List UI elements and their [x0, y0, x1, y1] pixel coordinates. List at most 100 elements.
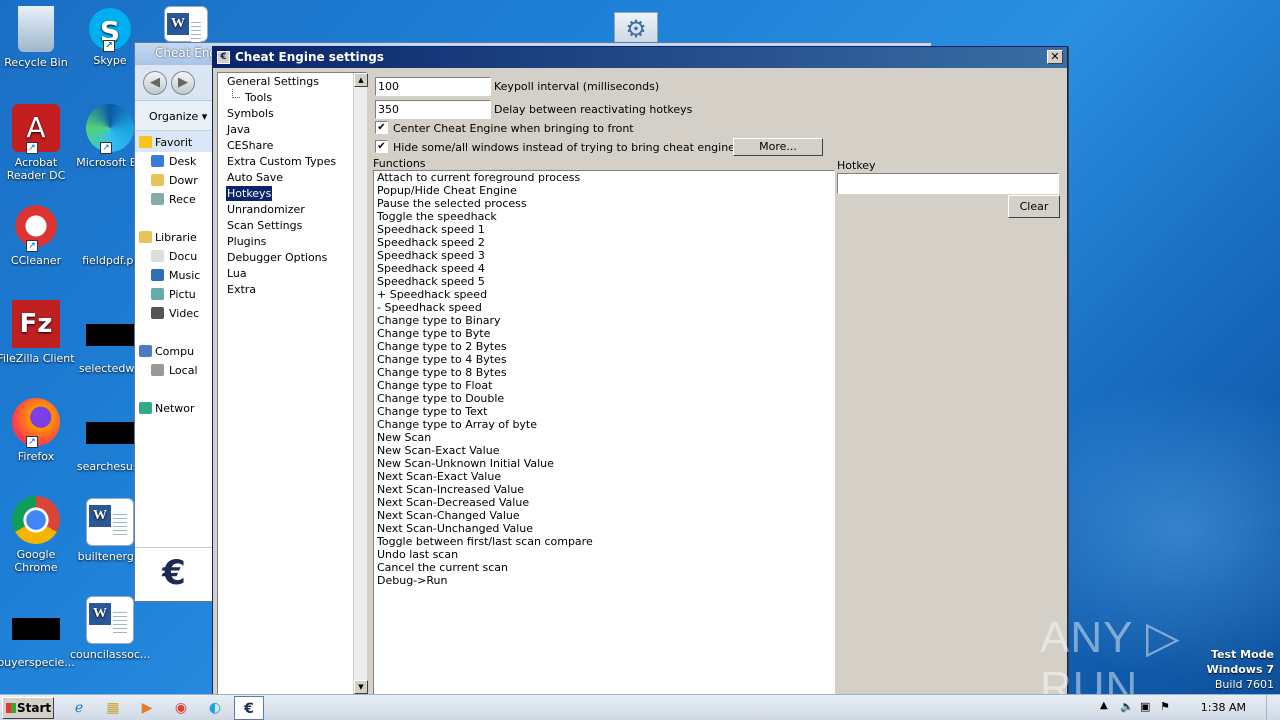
function-list-item[interactable]: Speedhack speed 5 — [374, 275, 834, 288]
category-unrandomizer[interactable]: Unrandomizer — [226, 202, 306, 217]
tray-expand-icon[interactable]: ▲ — [1100, 700, 1108, 711]
taskbar-cheat-engine-icon[interactable]: € — [234, 696, 264, 720]
hotkey-input[interactable] — [837, 173, 1059, 194]
function-list-item[interactable]: Speedhack speed 4 — [374, 262, 834, 275]
category-debugger-options[interactable]: Debugger Options — [226, 250, 328, 265]
forward-arrow-icon[interactable]: ▶ — [171, 71, 195, 95]
function-list-item[interactable]: Next Scan-Decreased Value — [374, 496, 834, 509]
function-list-item[interactable]: Debug->Run — [374, 574, 834, 587]
taskbar-media-player-icon[interactable]: ▶ — [132, 696, 162, 720]
tree-item-local-disk[interactable]: Local — [135, 361, 213, 380]
function-list-item[interactable]: Toggle between first/last scan compare — [374, 535, 834, 548]
functions-list[interactable]: Attach to current foreground process Popu… — [373, 170, 835, 695]
function-list-item[interactable]: - Speedhack speed — [374, 301, 834, 314]
function-list-item[interactable]: New Scan-Exact Value — [374, 444, 834, 457]
settings-gear-icon[interactable]: ⚙ — [614, 12, 658, 46]
category-extra-custom-types[interactable]: Extra Custom Types — [226, 154, 337, 169]
category-list-scrollbar[interactable]: ▲ ▼ — [353, 73, 368, 694]
desktop-icon-councilassoc[interactable]: councilassoc... — [70, 596, 150, 661]
desktop-icon-filezilla[interactable]: Fz FileZilla Client — [0, 300, 76, 365]
desktop-icon-word-top[interactable] — [146, 6, 226, 46]
category-tools[interactable]: Tools — [244, 90, 273, 105]
tree-item-recent[interactable]: Rece — [135, 190, 213, 209]
function-list-item[interactable]: Popup/Hide Cheat Engine — [374, 184, 834, 197]
desktop-icon-firefox[interactable]: ↗ Firefox — [0, 398, 76, 463]
settings-category-list[interactable]: General Settings Tools Symbols Java CESh… — [217, 72, 368, 695]
keypoll-interval-input[interactable]: 100 — [375, 77, 491, 96]
tree-item-network[interactable]: Networ — [135, 399, 213, 418]
scroll-up-arrow-icon[interactable]: ▲ — [354, 73, 368, 87]
category-lua[interactable]: Lua — [226, 266, 248, 281]
function-list-item[interactable]: + Speedhack speed — [374, 288, 834, 301]
network-tray-icon[interactable]: ▣ — [1140, 700, 1150, 713]
clock[interactable]: 1:38 AM — [1201, 701, 1246, 714]
tree-item-pictures[interactable]: Pictu — [135, 285, 213, 304]
function-list-item[interactable]: Pause the selected process — [374, 197, 834, 210]
category-auto-save[interactable]: Auto Save — [226, 170, 284, 185]
more-button[interactable]: More... — [733, 138, 823, 156]
desktop-icon-ccleaner[interactable]: ↗ CCleaner — [0, 202, 76, 267]
desktop-icon-acrobat[interactable]: A ↗ Acrobat Reader DC — [0, 104, 76, 182]
scroll-down-arrow-icon[interactable]: ▼ — [354, 680, 368, 694]
function-list-item[interactable]: New Scan — [374, 431, 834, 444]
start-button[interactable]: Start — [2, 697, 54, 719]
center-ce-checkbox[interactable]: ✔ — [375, 121, 388, 134]
function-list-item[interactable]: Change type to 8 Bytes — [374, 366, 834, 379]
tree-item-music[interactable]: Music — [135, 266, 213, 285]
desktop-icon-chrome[interactable]: Google Chrome — [0, 496, 76, 574]
hide-windows-checkbox[interactable]: ✔ — [375, 140, 388, 153]
function-list-item[interactable]: Speedhack speed 3 — [374, 249, 834, 262]
function-list-item[interactable]: Change type to Double — [374, 392, 834, 405]
function-list-item[interactable]: Change type to Binary — [374, 314, 834, 327]
volume-icon[interactable]: 🔈 — [1120, 700, 1134, 713]
category-extra[interactable]: Extra — [226, 282, 257, 297]
function-list-item[interactable]: Change type to Byte — [374, 327, 834, 340]
function-list-item[interactable]: Cancel the current scan — [374, 561, 834, 574]
hotkey-delay-input[interactable]: 350 — [375, 100, 491, 119]
category-scan-settings[interactable]: Scan Settings — [226, 218, 303, 233]
function-list-item[interactable]: Speedhack speed 1 — [374, 223, 834, 236]
taskbar-ie-icon[interactable]: ℯ — [64, 696, 94, 720]
category-symbols[interactable]: Symbols — [226, 106, 275, 121]
desktop-icon-recycle-bin[interactable]: Recycle Bin — [0, 6, 76, 69]
tree-item-documents[interactable]: Docu — [135, 247, 213, 266]
word-document-icon — [86, 596, 134, 644]
close-button[interactable]: ✕ — [1047, 50, 1063, 64]
function-list-item[interactable]: Next Scan-Increased Value — [374, 483, 834, 496]
tree-item-desktop[interactable]: Desk — [135, 152, 213, 171]
tree-item-favorites[interactable]: Favorit — [135, 133, 213, 152]
explorer-tree: Favorit Desk Dowr Rece Librarie Docu Mus… — [135, 133, 213, 601]
category-general-settings[interactable]: General Settings — [226, 74, 320, 89]
function-list-item[interactable]: Change type to 2 Bytes — [374, 340, 834, 353]
tree-item-libraries[interactable]: Librarie — [135, 228, 213, 247]
taskbar-edge-icon[interactable]: ◐ — [200, 696, 230, 720]
back-arrow-icon[interactable]: ◀ — [143, 71, 167, 95]
function-list-item[interactable]: Attach to current foreground process — [374, 171, 834, 184]
category-hotkeys[interactable]: Hotkeys — [226, 186, 273, 201]
taskbar-chrome-icon[interactable]: ◉ — [166, 696, 196, 720]
function-list-item[interactable]: Next Scan-Unchanged Value — [374, 522, 834, 535]
function-list-item[interactable]: Toggle the speedhack — [374, 210, 834, 223]
taskbar-explorer-icon[interactable]: ▦ — [98, 696, 128, 720]
file-icon — [86, 324, 134, 346]
function-list-item[interactable]: New Scan-Unknown Initial Value — [374, 457, 834, 470]
desktop-icon-buyerspecie[interactable]: buyerspecie... — [0, 604, 76, 669]
category-ceshare[interactable]: CEShare — [226, 138, 274, 153]
function-list-item[interactable]: Next Scan-Exact Value — [374, 470, 834, 483]
function-list-item[interactable]: Undo last scan — [374, 548, 834, 561]
tree-item-computer[interactable]: Compu — [135, 342, 213, 361]
tree-item-videos[interactable]: Videc — [135, 304, 213, 323]
function-list-item[interactable]: Next Scan-Changed Value — [374, 509, 834, 522]
dialog-titlebar[interactable]: € Cheat Engine settings ✕ — [213, 47, 1067, 68]
category-plugins[interactable]: Plugins — [226, 234, 267, 249]
action-center-flag-icon[interactable]: ⚑ — [1160, 700, 1170, 713]
function-list-item[interactable]: Speedhack speed 2 — [374, 236, 834, 249]
function-list-item[interactable]: Change type to 4 Bytes — [374, 353, 834, 366]
function-list-item[interactable]: Change type to Array of byte — [374, 418, 834, 431]
tree-item-downloads[interactable]: Dowr — [135, 171, 213, 190]
category-java[interactable]: Java — [226, 122, 251, 137]
function-list-item[interactable]: Change type to Text — [374, 405, 834, 418]
function-list-item[interactable]: Change type to Float — [374, 379, 834, 392]
clear-button[interactable]: Clear — [1008, 195, 1060, 218]
show-desktop-button[interactable] — [1266, 695, 1280, 720]
